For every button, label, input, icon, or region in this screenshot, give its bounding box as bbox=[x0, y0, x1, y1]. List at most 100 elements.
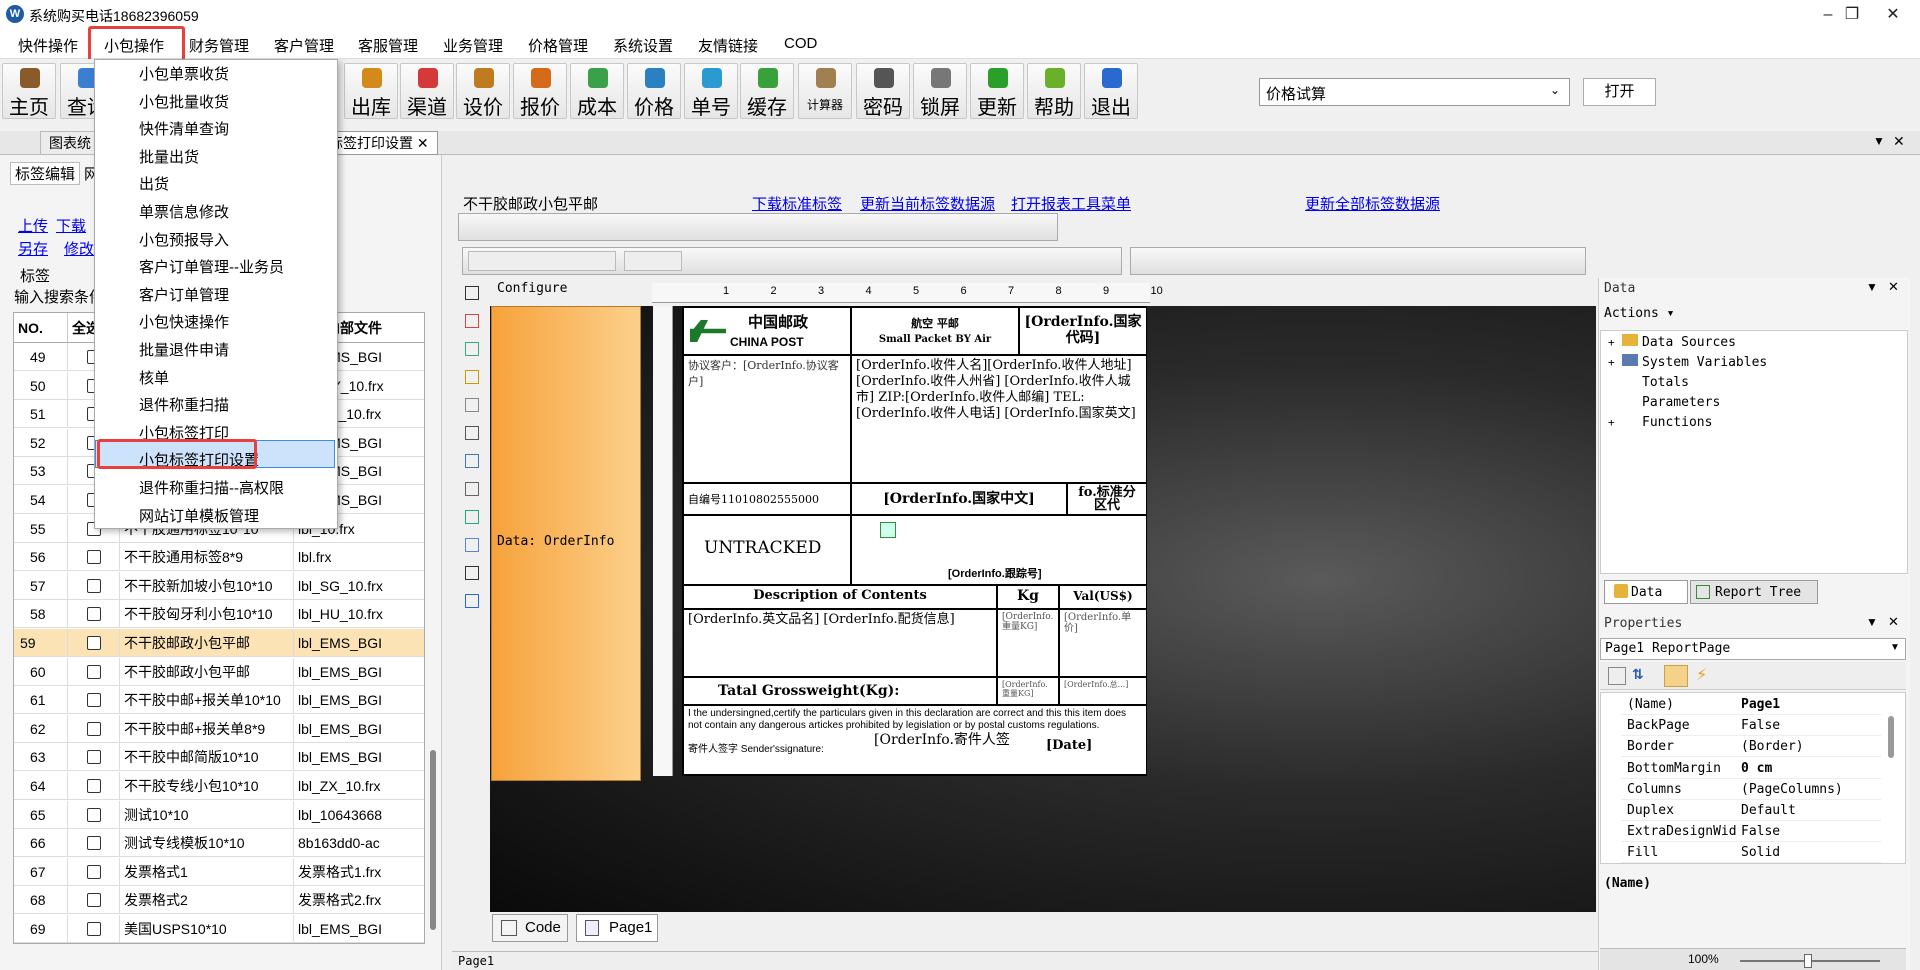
tree-item[interactable]: + System Variables bbox=[1608, 354, 1767, 370]
row-checkbox[interactable] bbox=[87, 607, 101, 622]
dropdown-icon[interactable]: ▼ bbox=[1873, 134, 1885, 148]
menu-settings[interactable]: 系统设置 bbox=[613, 35, 673, 56]
property-row[interactable]: BackPage False bbox=[1621, 715, 1881, 737]
download-standard-link[interactable]: 下载标准标签 bbox=[752, 193, 842, 214]
menu-price[interactable]: 价格管理 bbox=[528, 35, 588, 56]
menu-express[interactable]: 快件操作 bbox=[18, 35, 78, 56]
row-checkbox[interactable] bbox=[87, 807, 101, 822]
restore-icon[interactable]: ❐ bbox=[1829, 0, 1875, 29]
menu-item[interactable]: 出货 bbox=[95, 171, 337, 198]
total-label[interactable]: Tatal Grossweight(Kg): bbox=[683, 677, 997, 705]
property-row[interactable]: BottomMargin 0 cm bbox=[1621, 758, 1881, 779]
table-row[interactable]: 63 不干胶中邮简版10*10 lbl_EMS_BGI bbox=[14, 743, 424, 772]
properties-icon[interactable] bbox=[1664, 665, 1688, 687]
tab-code[interactable]: Code bbox=[492, 914, 568, 942]
tree-item[interactable]: + Data Sources bbox=[1608, 334, 1736, 350]
expand-icon[interactable]: + bbox=[1608, 356, 1618, 369]
designer-toolbar-top[interactable] bbox=[458, 213, 1058, 241]
total-kg-field[interactable]: [OrderInfo.重量KG] bbox=[997, 677, 1059, 705]
scrollbar[interactable] bbox=[430, 750, 436, 930]
palette-tool-icon[interactable] bbox=[465, 342, 479, 356]
menu-item[interactable]: 单票信息修改 bbox=[95, 199, 337, 226]
row-checkbox[interactable] bbox=[87, 693, 101, 708]
kg-header[interactable]: Kg bbox=[997, 585, 1059, 609]
customer-field[interactable]: 协议客户：[OrderInfo.协议客户] bbox=[683, 355, 851, 483]
table-row[interactable]: 58 不干胶匈牙利小包10*10 lbl_HU_10.frx bbox=[14, 600, 424, 629]
categorized-icon[interactable] bbox=[1608, 667, 1626, 685]
menu-cod[interactable]: COD bbox=[784, 35, 817, 52]
menu-item[interactable]: 客户订单管理 bbox=[95, 282, 337, 309]
menu-item[interactable]: 小包批量收货 bbox=[95, 89, 337, 116]
logo-cell[interactable]: 中国邮政 CHINA POST bbox=[683, 307, 851, 355]
row-checkbox[interactable] bbox=[87, 864, 101, 879]
row-checkbox[interactable] bbox=[87, 636, 101, 650]
chevron-down-icon[interactable]: ⌄ bbox=[1550, 83, 1560, 97]
toolbar-button-chart[interactable]: 成本 bbox=[570, 63, 624, 119]
menu-item[interactable]: 批量出货 bbox=[95, 144, 337, 171]
toolbar-button-power[interactable]: 退出 bbox=[1084, 63, 1138, 119]
scrollbar[interactable] bbox=[1888, 716, 1894, 758]
table-row[interactable]: 69 美国USPS10*10 lbl_EMS_BGI bbox=[14, 915, 424, 943]
palette-tool-icon[interactable] bbox=[465, 286, 479, 300]
row-checkbox[interactable] bbox=[87, 922, 101, 936]
close-icon[interactable]: ✕ bbox=[1888, 614, 1899, 630]
font-size-select[interactable] bbox=[624, 251, 682, 271]
row-checkbox[interactable] bbox=[87, 836, 101, 851]
menu-item[interactable]: 核单 bbox=[95, 365, 337, 392]
toolbar-button-eye[interactable]: 单号 bbox=[684, 63, 738, 119]
property-row[interactable]: ExtraDesignWid False bbox=[1621, 821, 1881, 843]
menu-customer[interactable]: 客户管理 bbox=[274, 35, 334, 56]
toolbar-button-outbound[interactable]: 出库 bbox=[344, 63, 398, 119]
tab-page1[interactable]: Page1 bbox=[576, 914, 658, 942]
toolbar-button-scale[interactable]: 设价 bbox=[456, 63, 510, 119]
barcode-cell[interactable]: [OrderInfo.跟踪号] bbox=[851, 515, 1147, 585]
sort-az-icon[interactable]: ⇅ bbox=[1632, 666, 1644, 683]
property-row[interactable]: Duplex Default bbox=[1621, 800, 1881, 821]
toolbar-button-home[interactable]: 主页 bbox=[2, 63, 56, 119]
desc-header[interactable]: Description of Contents bbox=[683, 585, 997, 609]
toolbar-button-price[interactable]: 价格 bbox=[627, 63, 681, 119]
tree-item[interactable]: Parameters bbox=[1608, 394, 1720, 410]
palette-tool-icon[interactable] bbox=[465, 370, 479, 384]
layout-toolbar[interactable] bbox=[1130, 247, 1586, 275]
font-name-select[interactable] bbox=[468, 251, 616, 271]
row-checkbox[interactable] bbox=[87, 550, 101, 565]
palette-tool-icon[interactable] bbox=[465, 454, 479, 468]
property-row[interactable]: (Name) Page1 bbox=[1621, 694, 1881, 715]
palette-tool-icon[interactable] bbox=[465, 510, 479, 524]
tree-item[interactable]: + Functions bbox=[1608, 414, 1712, 430]
tab-chart[interactable]: 图表统 bbox=[40, 131, 100, 155]
update-all-link[interactable]: 更新全部标签数据源 bbox=[1305, 193, 1440, 214]
menu-item[interactable]: 批量退件申请 bbox=[95, 337, 337, 364]
palette-tool-icon[interactable] bbox=[465, 398, 479, 412]
table-row[interactable]: 68 发票格式2 发票格式2.frx bbox=[14, 886, 424, 915]
property-row[interactable]: Fill Solid bbox=[1621, 842, 1881, 864]
untracked-field[interactable]: UNTRACKED bbox=[683, 515, 851, 585]
close-icon[interactable]: ✕ bbox=[1893, 133, 1905, 150]
pin-icon[interactable]: ▼ bbox=[1866, 615, 1878, 629]
desc-field[interactable]: [OrderInfo.英文品名] [OrderInfo.配货信息] bbox=[683, 609, 997, 677]
expand-icon[interactable]: + bbox=[1608, 416, 1618, 429]
open-button[interactable]: 打开 bbox=[1583, 78, 1656, 106]
object-selector[interactable]: Page1 ReportPage bbox=[1600, 638, 1906, 660]
download-link[interactable]: 下载 bbox=[56, 215, 86, 236]
open-tools-link[interactable]: 打开报表工具菜单 bbox=[1011, 193, 1131, 214]
menu-item[interactable]: 小包预报导入 bbox=[95, 227, 337, 254]
table-row[interactable]: 64 不干胶专线小包10*10 lbl_ZX_10.frx bbox=[14, 772, 424, 800]
table-row[interactable]: 59 不干胶邮政小包平邮 lbl_EMS_BGI bbox=[14, 629, 424, 657]
menu-item[interactable]: 小包单票收货 bbox=[95, 61, 337, 88]
actions-button[interactable]: Actions ▾ bbox=[1604, 306, 1674, 321]
close-icon[interactable]: ✕ bbox=[1870, 0, 1916, 29]
toolbar-button-help[interactable]: 帮助 bbox=[1027, 63, 1081, 119]
close-icon[interactable]: ✕ bbox=[1888, 279, 1899, 295]
save-as-link[interactable]: 另存 bbox=[18, 238, 48, 259]
palette-tool-icon[interactable] bbox=[465, 482, 479, 496]
zone-field[interactable]: fo.标准分区代 bbox=[1067, 483, 1147, 515]
menu-item[interactable]: 退件称重扫描--高权限 bbox=[95, 475, 337, 502]
table-row[interactable]: 62 不干胶中邮+报关单8*9 lbl_EMS_BGI bbox=[14, 714, 424, 743]
table-row[interactable]: 61 不干胶中邮+报关单10*10 lbl_EMS_BGI bbox=[14, 686, 424, 715]
menu-item[interactable]: 快件清单查询 bbox=[95, 116, 337, 143]
palette-tool-icon[interactable] bbox=[465, 314, 479, 328]
toolbar-button-calculator[interactable]: 计算器 bbox=[798, 63, 852, 119]
menu-item[interactable]: 小包快速操作 bbox=[95, 309, 337, 336]
